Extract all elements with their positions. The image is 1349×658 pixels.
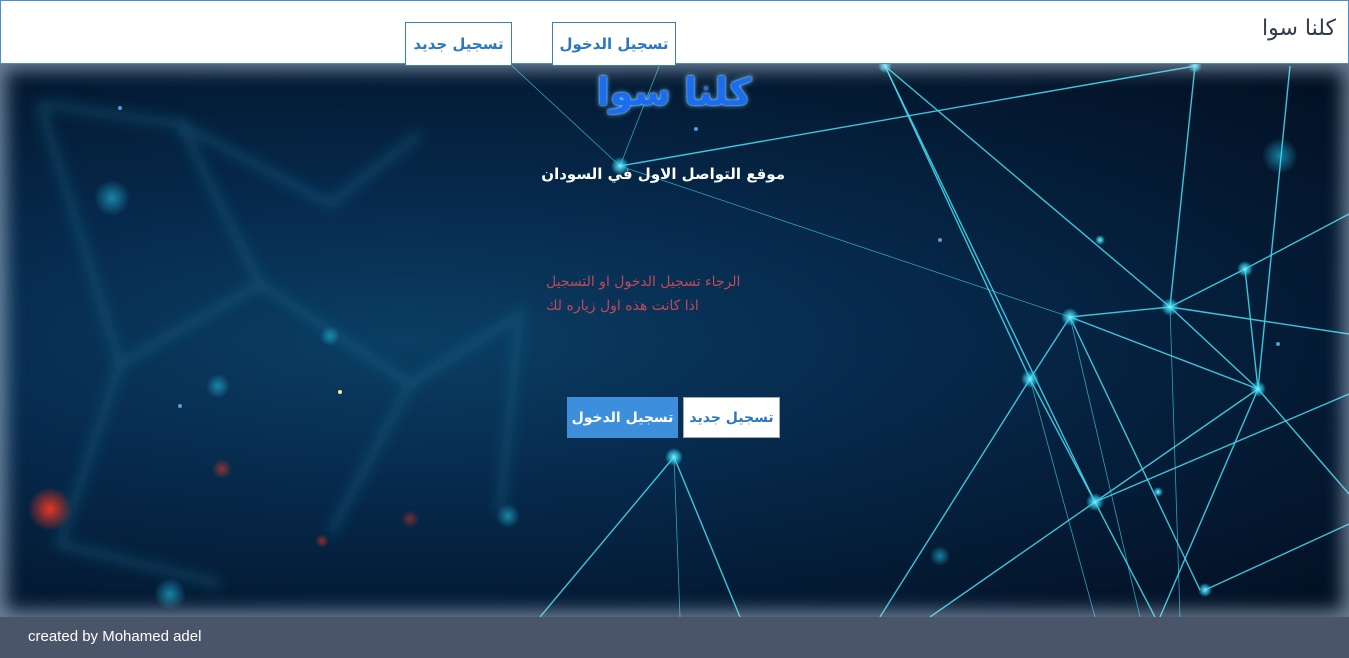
hero-register-button[interactable]: تسجيل جديد — [683, 397, 780, 438]
hero-notice-line-1: الرجاء تسجيل الدخول او التسجيل — [546, 274, 741, 290]
network-background-image — [28, 64, 1349, 617]
hero-title: كلنا سوا — [596, 70, 752, 114]
navbar-register-button[interactable]: تسجيل جديد — [405, 22, 512, 66]
navbar-login-button[interactable]: تسجيل الدخول — [552, 22, 676, 66]
top-navbar: كلنا سوا تسجيل الدخول تسجيل جديد — [0, 0, 1349, 66]
footer: created by Mohamed adel — [0, 617, 1349, 658]
hero-login-button[interactable]: تسجيل الدخول — [567, 397, 678, 438]
footer-credit: created by Mohamed adel — [28, 628, 202, 645]
hero-section: كلنا سوا موقع التواصل الاول في السودان ا… — [0, 64, 1349, 617]
hero-notice-line-2: اذا كانت هذه اول زياره لك — [546, 298, 699, 314]
hero-notice: الرجاء تسجيل الدخول او التسجيل اذا كانت … — [546, 270, 786, 318]
navbar-brand[interactable]: كلنا سوا — [1262, 16, 1336, 41]
hero-subtitle: موقع التواصل الاول في السودان — [541, 165, 785, 183]
